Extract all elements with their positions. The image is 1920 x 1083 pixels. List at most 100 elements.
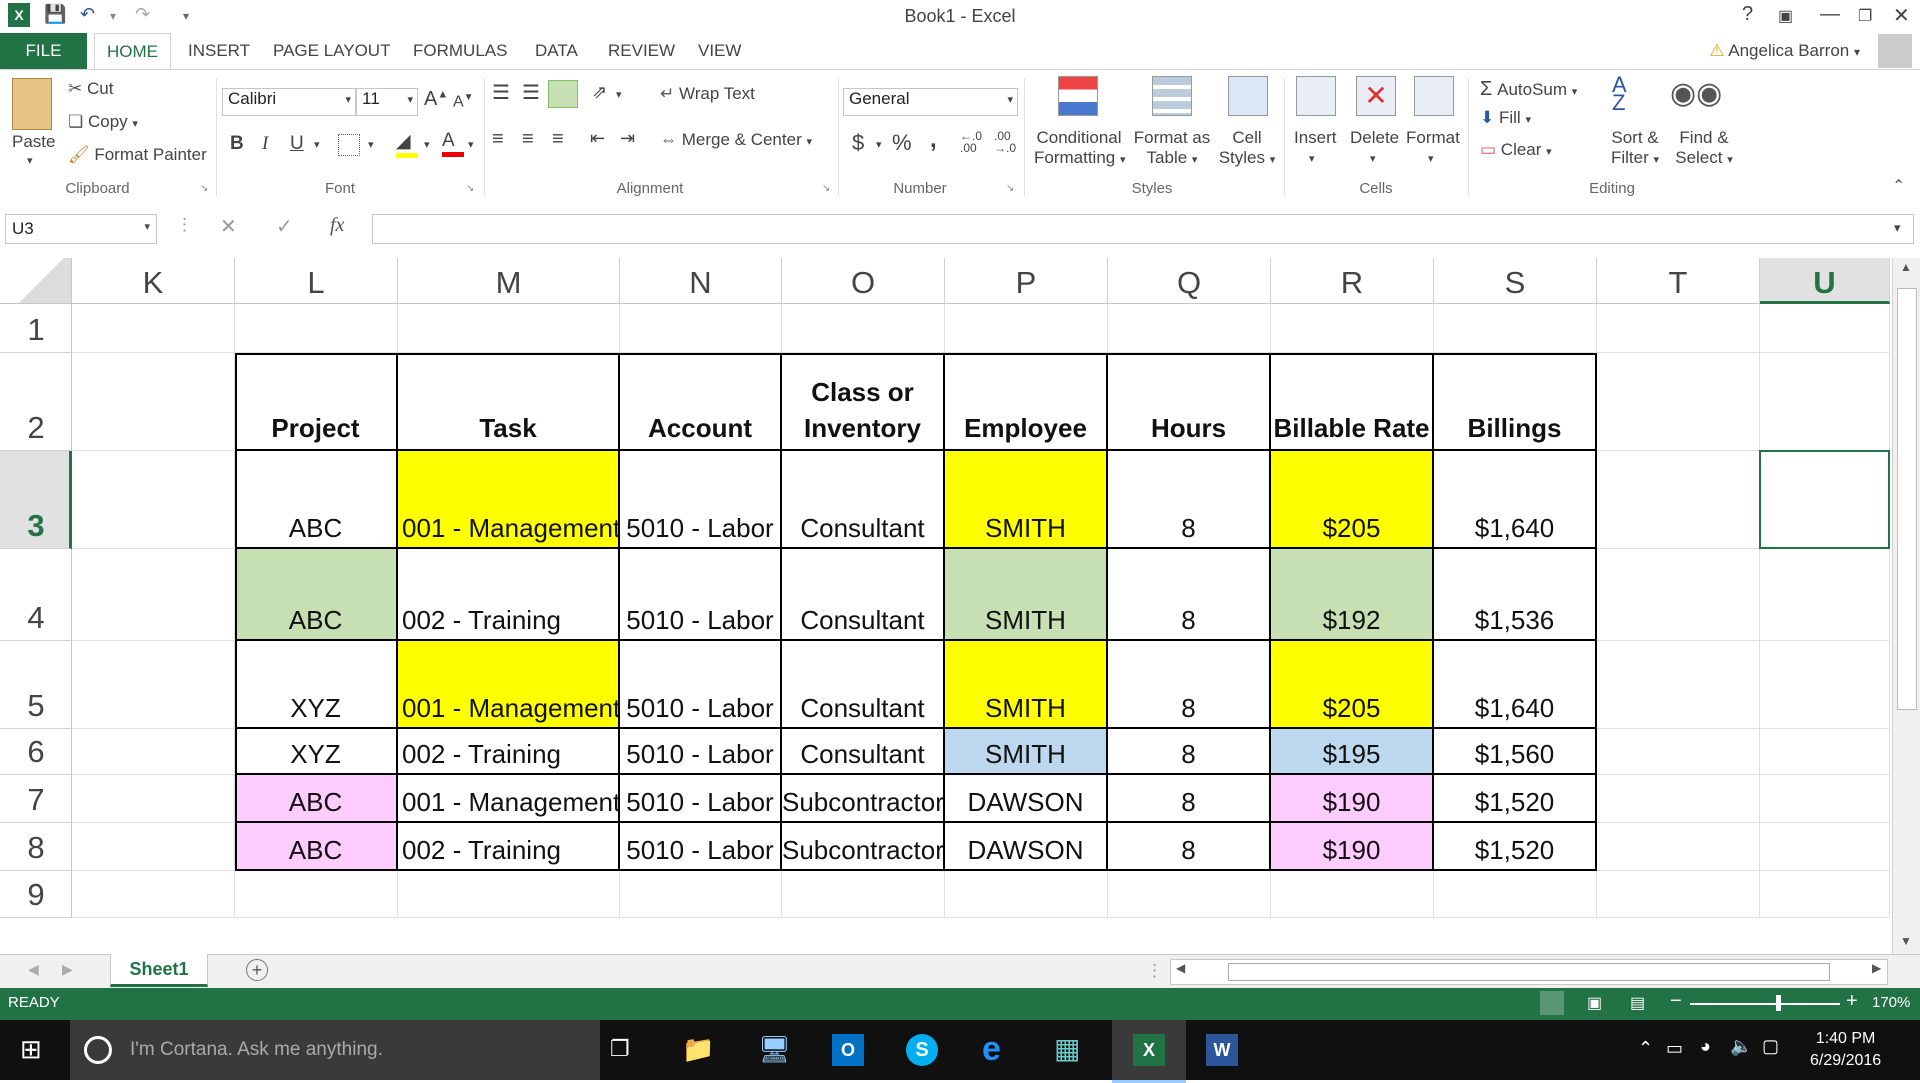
table-cell[interactable]: $1,640 [1434,641,1597,729]
cell-r9[interactable] [1271,871,1434,918]
copy-button[interactable]: ❏ Copy ▾ [68,112,138,132]
increase-indent-icon[interactable]: ⇥ [620,128,635,149]
insert-function-button[interactable]: fx [330,214,344,237]
insert-cells-button[interactable]: Insert [1294,128,1337,148]
delete-dropdown-icon[interactable]: ▾ [1370,152,1376,165]
font-name-select[interactable]: Calibri ▾ [222,88,356,116]
cell-m9[interactable] [398,871,620,918]
number-format-select[interactable]: General ▾ [843,88,1018,116]
new-sheet-icon[interactable]: + [246,959,268,981]
table-cell[interactable]: DAWSON [945,823,1108,871]
table-cell[interactable]: 001 - Management [398,641,620,729]
align-right-icon[interactable]: ≡ [552,128,564,151]
table-cell[interactable]: ABC [235,549,398,641]
scroll-up-icon[interactable]: ▲ [1900,260,1912,274]
font-color-icon[interactable]: A [442,130,464,157]
cell-k1[interactable] [72,304,235,353]
bold-button[interactable]: B [230,133,244,155]
table-cell[interactable]: $1,640 [1434,451,1597,549]
cell-t5[interactable] [1597,641,1760,729]
paste-dropdown-icon[interactable]: ▾ [27,154,33,167]
table-cell[interactable]: SMITH [945,549,1108,641]
page-layout-view-icon[interactable]: ▣ [1587,993,1602,1013]
table-cell[interactable]: 001 - Management [398,451,620,549]
table-cell[interactable]: 8 [1108,823,1271,871]
format-painter-button[interactable]: 🖌 Format Painter [68,145,207,165]
cell-u9[interactable] [1760,871,1890,918]
file-explorer-icon[interactable]: 📁 [682,1034,714,1065]
cut-button[interactable]: ✂ Cut [68,79,113,99]
cell-u6[interactable] [1760,729,1890,775]
cell-t1[interactable] [1597,304,1760,353]
active-cell-selection[interactable] [1759,450,1890,549]
cell-k7[interactable] [72,775,235,823]
notifications-icon[interactable]: ▢ [1762,1036,1779,1057]
cell-q1[interactable] [1108,304,1271,353]
windows-start-icon[interactable]: ⊞ [20,1034,42,1065]
close-icon[interactable]: ✕ [1893,3,1910,28]
delete-cells-button[interactable]: Delete [1350,128,1399,148]
cell-t3[interactable] [1597,451,1760,549]
tab-insert[interactable]: INSERT [188,33,250,69]
table-header-8[interactable]: Billings [1434,353,1597,451]
row-header-2[interactable]: 2 [0,353,72,451]
clock[interactable]: 1:40 PM 6/29/2016 [1810,1028,1881,1072]
remote-desktop-icon[interactable]: 🖥 [758,1034,791,1065]
zoom-slider-thumb[interactable] [1776,995,1781,1011]
table-cell[interactable]: SMITH [945,641,1108,729]
column-header-m[interactable]: M [398,258,620,304]
sort-filter-button[interactable]: Sort & Filter ▾ [1600,128,1670,170]
column-header-q[interactable]: Q [1108,258,1271,304]
formula-input[interactable] [372,214,1914,244]
format-dropdown-icon[interactable]: ▾ [1428,152,1434,165]
cell-o9[interactable] [782,871,945,918]
table-cell[interactable]: XYZ [235,729,398,775]
row-header-1[interactable]: 1 [0,304,72,353]
borders-icon[interactable] [338,134,360,156]
table-cell[interactable]: ABC [235,775,398,823]
cell-t9[interactable] [1597,871,1760,918]
table-header-6[interactable]: Hours [1108,353,1271,451]
volume-icon[interactable]: 🔈 [1730,1036,1752,1057]
scroll-down-icon[interactable]: ▼ [1900,934,1912,948]
cancel-icon[interactable]: ✕ [220,214,237,239]
cell-u2[interactable] [1760,353,1890,451]
cell-u1[interactable] [1760,304,1890,353]
tab-review[interactable]: REVIEW [608,33,675,69]
autosum-button[interactable]: Σ AutoSum ▾ [1480,78,1577,101]
format-as-table-button[interactable]: Format as Table ▾ [1130,128,1214,170]
cell-n9[interactable] [620,871,782,918]
row-header-8[interactable]: 8 [0,823,72,871]
cell-k6[interactable] [72,729,235,775]
table-cell[interactable]: $190 [1271,775,1434,823]
cell-k2[interactable] [72,353,235,451]
table-header-3[interactable]: Account [620,353,782,451]
cell-o1[interactable] [782,304,945,353]
comma-button[interactable]: , [930,126,937,154]
building-app-icon[interactable]: ▦ [1054,1032,1080,1065]
row-header-4[interactable]: 4 [0,549,72,641]
minimize-icon[interactable]: — [1820,3,1840,26]
name-box[interactable]: U3 ▾ [5,214,157,244]
cell-u8[interactable] [1760,823,1890,871]
help-icon[interactable]: ? [1742,3,1753,26]
table-cell[interactable]: 001 - Management [398,775,620,823]
table-cell[interactable]: $195 [1271,729,1434,775]
table-cell[interactable]: Subcontractor [782,775,945,823]
edge-browser-icon[interactable]: e [982,1030,1001,1069]
battery-icon[interactable]: ▭ [1666,1038,1683,1059]
normal-view-icon[interactable] [1540,991,1564,1015]
table-cell[interactable]: 8 [1108,729,1271,775]
alignment-launcher-icon[interactable]: ↘ [822,183,830,194]
cell-t6[interactable] [1597,729,1760,775]
cortana-search-box[interactable]: I'm Cortana. Ask me anything. [70,1020,600,1080]
format-as-table-icon[interactable] [1152,76,1192,116]
cell-t4[interactable] [1597,549,1760,641]
tab-page-layout[interactable]: PAGE LAYOUT [273,33,390,69]
align-middle-icon[interactable]: ☰ [522,80,540,105]
prev-sheet-icon[interactable]: ◀ [28,961,39,978]
table-cell[interactable]: $190 [1271,823,1434,871]
table-cell[interactable]: Consultant [782,549,945,641]
cell-u5[interactable] [1760,641,1890,729]
zoom-in-icon[interactable]: + [1846,990,1858,1013]
